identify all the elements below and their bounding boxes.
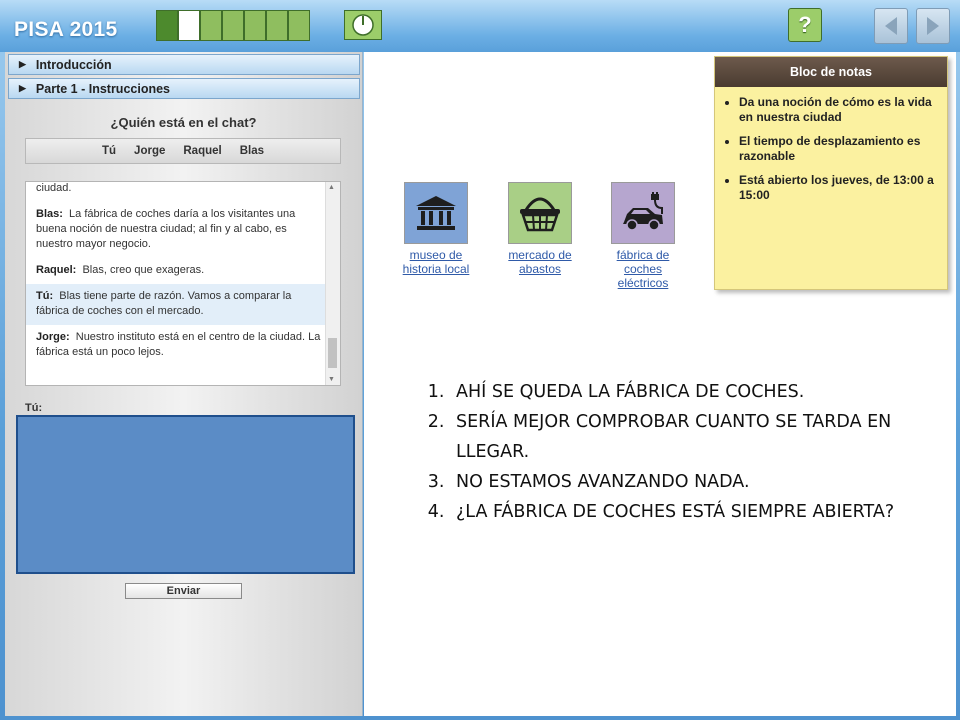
arrow-right-icon [927, 17, 939, 35]
progress-segment [179, 11, 199, 40]
chat-message: ciudad. [26, 182, 340, 202]
chat-message: Blas: La fábrica de coches daría a los v… [26, 202, 340, 258]
basket-icon [520, 197, 560, 232]
answer-option: SERÍA MEJOR COMPROBAR CUANTO SE TARDA EN… [450, 407, 930, 467]
notepad: Bloc de notas Da una noción de cómo es l… [714, 56, 948, 290]
scroll-thumb[interactable] [328, 338, 337, 368]
message-text: Blas, creo que exageras. [82, 264, 205, 276]
place-museum[interactable]: museo de historia local [396, 182, 476, 276]
place-tile[interactable] [404, 182, 468, 244]
participant-name: Tú [101, 145, 117, 157]
progress-segment [157, 11, 177, 40]
progress-segment [289, 11, 309, 40]
caret-right-icon: ▶ [19, 59, 26, 69]
main-panel: museo de historia local mercado de abast… [364, 52, 956, 716]
message-text: Blas tiene parte de razón. Vamos a compa… [36, 290, 292, 317]
note-item: Está abierto los jueves, de 13:00 a 15:0… [739, 173, 939, 203]
previous-button[interactable] [874, 8, 908, 44]
question-icon: ? [798, 12, 812, 37]
progress-segment [245, 11, 265, 40]
section-label: Parte 1 - Instrucciones [35, 81, 170, 96]
museum-icon [416, 196, 456, 230]
progress-segment [201, 11, 221, 40]
message-text: ciudad. [36, 182, 72, 194]
input-label: Tú: [25, 402, 43, 414]
progress-segment [267, 11, 287, 40]
participant-name: Blas [239, 145, 265, 157]
timer-button[interactable] [344, 10, 382, 40]
chat-scrollbar[interactable]: ▲ ▼ [325, 182, 340, 385]
note-item: Da una noción de cómo es la vida en nues… [739, 95, 939, 125]
message-text: La fábrica de coches daría a los visitan… [36, 208, 296, 250]
answer-list: AHÍ SE QUEDA LA FÁBRICA DE COCHES.SERÍA … [410, 377, 930, 527]
clock-icon [352, 14, 374, 36]
participant-name: Raquel [183, 145, 222, 157]
arrow-left-icon [885, 17, 897, 35]
participant-name: Jorge [134, 145, 166, 157]
message-text: Nuestro instituto está en el centro de l… [36, 331, 321, 358]
section-introduccion[interactable]: ▶ Introducción [8, 54, 360, 75]
chat-message: Raquel: Blas, creo que exageras. [26, 258, 340, 284]
message-speaker: Jorge: [36, 331, 70, 343]
place-label[interactable]: fábrica de coches eléctricos [603, 248, 683, 290]
chat-message: Tú: Blas tiene parte de razón. Vamos a c… [26, 284, 340, 325]
message-speaker: Blas: [36, 208, 63, 220]
chat-panel: ▶ Introducción ▶ Parte 1 - Instrucciones… [5, 52, 363, 716]
scroll-up-icon[interactable]: ▲ [328, 184, 335, 191]
notepad-title: Bloc de notas [715, 57, 947, 87]
help-button[interactable]: ? [788, 8, 822, 42]
participants-bar: Tú Jorge Raquel Blas [25, 138, 341, 164]
chat-log[interactable]: ciudad. Blas: La fábrica de coches daría … [25, 181, 341, 386]
place-tile[interactable] [611, 182, 675, 244]
chat-heading: ¿Quién está en el chat? [110, 115, 257, 130]
section-label: Introducción [35, 57, 112, 72]
section-parte-1[interactable]: ▶ Parte 1 - Instrucciones [8, 78, 360, 99]
answer-option: ¿LA FÁBRICA DE COCHES ESTÁ SIEMPRE ABIER… [450, 497, 930, 527]
caret-right-icon: ▶ [19, 83, 26, 93]
bottom-border [0, 716, 960, 720]
place-tile[interactable] [508, 182, 572, 244]
chat-message: Jorge: Nuestro instituto está en el cent… [26, 325, 340, 366]
scroll-down-icon[interactable]: ▼ [328, 376, 335, 383]
progress-bar [156, 10, 310, 41]
place-car-factory[interactable]: fábrica de coches eléctricos [603, 182, 683, 290]
answer-option: AHÍ SE QUEDA LA FÁBRICA DE COCHES. [450, 377, 930, 407]
electric-car-icon [623, 192, 663, 231]
next-button[interactable] [916, 8, 950, 44]
message-speaker: Raquel: [36, 264, 77, 276]
send-button[interactable]: Enviar [125, 583, 242, 599]
message-speaker: Tú: [36, 290, 54, 302]
top-bar: PISA 2015 ? [0, 0, 960, 52]
answer-option: NO ESTAMOS AVANZANDO NADA. [450, 467, 930, 497]
place-market[interactable]: mercado de abastos [500, 182, 580, 276]
reply-options-area[interactable] [16, 415, 355, 574]
progress-segment [223, 11, 243, 40]
place-label[interactable]: museo de historia local [396, 248, 476, 276]
notepad-list: Da una noción de cómo es la vida en nues… [715, 95, 947, 203]
note-item: El tiempo de desplazamiento es razonable [739, 134, 939, 164]
place-label[interactable]: mercado de abastos [500, 248, 580, 276]
app-title: PISA 2015 [14, 18, 118, 41]
